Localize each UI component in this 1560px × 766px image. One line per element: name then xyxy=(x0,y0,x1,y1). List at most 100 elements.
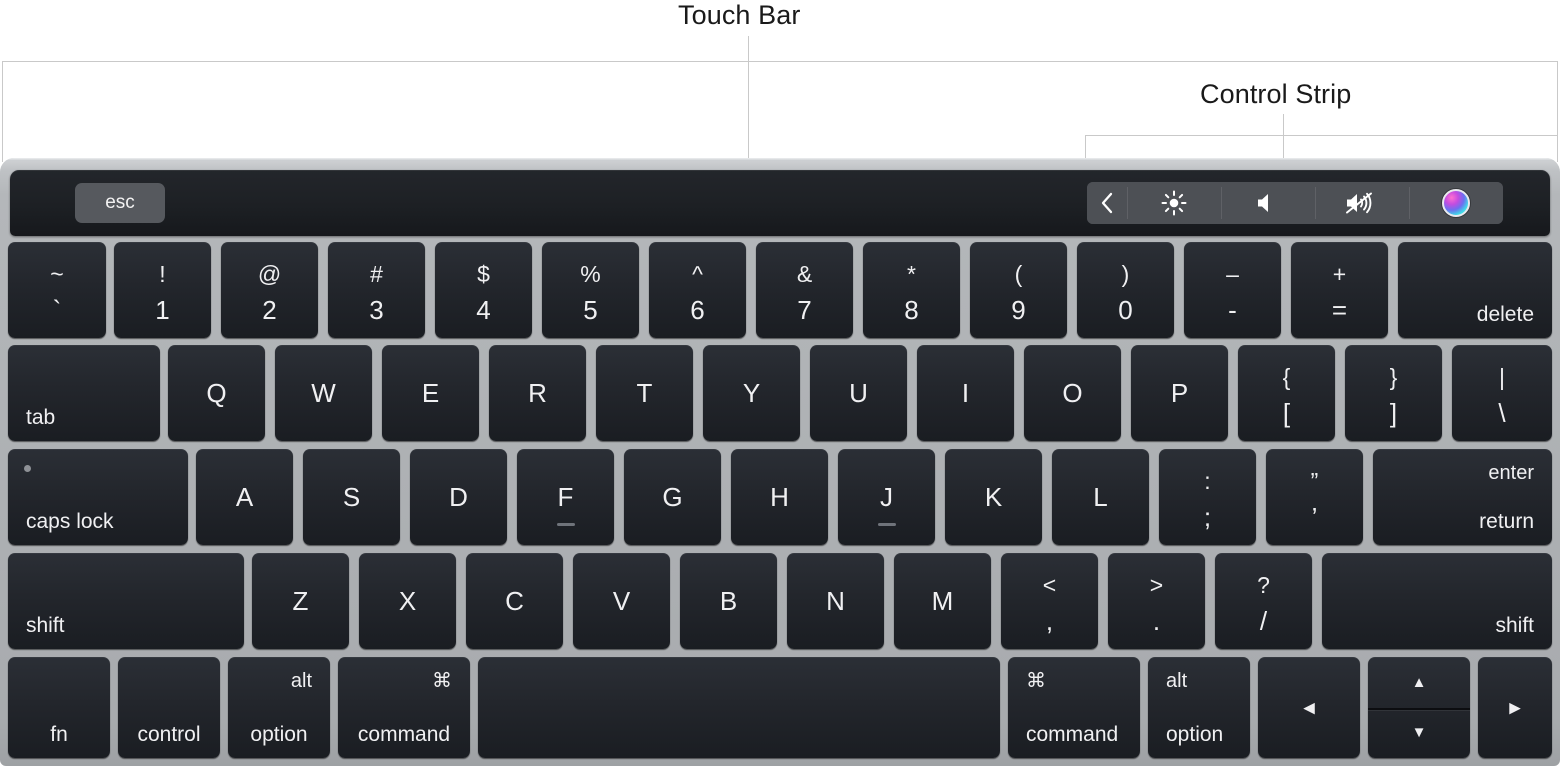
volume-button[interactable] xyxy=(1221,182,1315,224)
brightness-button[interactable] xyxy=(1127,182,1221,224)
key-option-left[interactable]: alt option xyxy=(228,657,330,758)
key-j[interactable]: J xyxy=(838,449,935,545)
key-t[interactable]: T xyxy=(596,345,693,441)
key-slash[interactable]: ? / xyxy=(1215,553,1312,649)
key-bracket-left[interactable]: { [ xyxy=(1238,345,1335,441)
key-v[interactable]: V xyxy=(573,553,670,649)
key-arrow-left[interactable]: ◀ xyxy=(1258,657,1360,758)
key-b[interactable]: B xyxy=(680,553,777,649)
arrow-left-icon: ◀ xyxy=(1303,699,1315,716)
key-quote[interactable]: ” ’ xyxy=(1266,449,1363,545)
key-comma[interactable]: < , xyxy=(1001,553,1098,649)
key-arrow-up[interactable]: ▲ xyxy=(1368,657,1470,708)
key-w[interactable]: W xyxy=(275,345,372,441)
key-label: shift xyxy=(26,614,65,637)
key-label-upper: enter xyxy=(1488,462,1534,484)
key-label: tab xyxy=(26,406,56,429)
key-tab[interactable]: tab xyxy=(8,345,160,441)
callout-bracket-touch-bar-top xyxy=(2,61,1558,62)
key-label-lower: ` xyxy=(52,295,62,325)
key-i[interactable]: I xyxy=(917,345,1014,441)
key-1[interactable]: ! 1 xyxy=(114,242,211,338)
key-8[interactable]: * 8 xyxy=(863,242,960,338)
key-minus[interactable]: – - xyxy=(1184,242,1281,338)
key-arrow-right[interactable]: ▶ xyxy=(1478,657,1552,758)
key-shift-left[interactable]: shift xyxy=(8,553,244,649)
key-label-lower: 3 xyxy=(369,295,384,325)
key-3[interactable]: # 3 xyxy=(328,242,425,338)
key-q[interactable]: Q xyxy=(168,345,265,441)
key-label: S xyxy=(342,482,361,512)
key-y[interactable]: Y xyxy=(703,345,800,441)
siri-button[interactable] xyxy=(1409,182,1503,224)
key-label-lower: 1 xyxy=(155,295,170,325)
key-fn[interactable]: fn xyxy=(8,657,110,758)
key-control[interactable]: control xyxy=(118,657,220,758)
key-9[interactable]: ( 9 xyxy=(970,242,1067,338)
keyboard-chassis: esc ~ ` ! 1 @ 2 # 3 $ 4 % 5 ^ 6 & 7 * 8 … xyxy=(0,158,1560,766)
key-period[interactable]: > . xyxy=(1108,553,1205,649)
key-e[interactable]: E xyxy=(382,345,479,441)
control-strip[interactable] xyxy=(1087,182,1503,224)
key-backslash[interactable]: | \ xyxy=(1452,345,1552,441)
key-u[interactable]: U xyxy=(810,345,907,441)
key-arrow-down[interactable]: ▼ xyxy=(1368,708,1470,759)
key-g[interactable]: G xyxy=(624,449,721,545)
key-label: L xyxy=(1093,482,1108,512)
key-row-bottom: fn control alt option ⌘ command ⌘ comman… xyxy=(8,657,1552,758)
home-bump-icon xyxy=(877,523,896,526)
key-label-upper: ^ xyxy=(692,261,703,287)
key-l[interactable]: L xyxy=(1052,449,1149,545)
key-label-lower: , xyxy=(1045,606,1054,636)
key-shift-right[interactable]: shift xyxy=(1322,553,1552,649)
key-5[interactable]: % 5 xyxy=(542,242,639,338)
key-7[interactable]: & 7 xyxy=(756,242,853,338)
key-label-lower: 9 xyxy=(1011,295,1026,325)
expand-control-strip-button[interactable] xyxy=(1087,182,1127,224)
key-4[interactable]: $ 4 xyxy=(435,242,532,338)
key-0[interactable]: ) 0 xyxy=(1077,242,1174,338)
key-return[interactable]: enter return xyxy=(1373,449,1552,545)
key-bracket-right[interactable]: } ] xyxy=(1345,345,1442,441)
key-equals[interactable]: + = xyxy=(1291,242,1388,338)
key-label: H xyxy=(770,482,789,512)
key-delete[interactable]: delete xyxy=(1398,242,1552,338)
key-backtick[interactable]: ~ ` xyxy=(8,242,106,338)
key-space[interactable] xyxy=(478,657,1000,758)
key-label-upper: > xyxy=(1149,572,1164,598)
key-caps-lock[interactable]: caps lock xyxy=(8,449,188,545)
key-semicolon[interactable]: : ; xyxy=(1159,449,1256,545)
mute-button[interactable] xyxy=(1315,182,1409,224)
key-r[interactable]: R xyxy=(489,345,586,441)
key-label-lower: 0 xyxy=(1118,295,1133,325)
siri-icon xyxy=(1442,189,1470,217)
key-f[interactable]: F xyxy=(517,449,614,545)
key-d[interactable]: D xyxy=(410,449,507,545)
key-n[interactable]: N xyxy=(787,553,884,649)
key-label-lower: ’ xyxy=(1311,502,1318,532)
touch-bar[interactable]: esc xyxy=(10,170,1550,236)
key-k[interactable]: K xyxy=(945,449,1042,545)
key-command-left[interactable]: ⌘ command xyxy=(338,657,470,758)
key-label-upper: @ xyxy=(257,261,282,287)
key-c[interactable]: C xyxy=(466,553,563,649)
key-arrow-up-down[interactable]: ▲ ▼ xyxy=(1368,657,1470,758)
key-command-right[interactable]: ⌘ command xyxy=(1008,657,1140,758)
key-m[interactable]: M xyxy=(894,553,991,649)
key-2[interactable]: @ 2 xyxy=(221,242,318,338)
key-6[interactable]: ^ 6 xyxy=(649,242,746,338)
key-label-upper: ( xyxy=(1014,261,1023,287)
key-label: W xyxy=(311,378,336,408)
key-option-right[interactable]: alt option xyxy=(1148,657,1250,758)
key-x[interactable]: X xyxy=(359,553,456,649)
key-p[interactable]: P xyxy=(1131,345,1228,441)
key-s[interactable]: S xyxy=(303,449,400,545)
key-z[interactable]: Z xyxy=(252,553,349,649)
key-o[interactable]: O xyxy=(1024,345,1121,441)
key-a[interactable]: A xyxy=(196,449,293,545)
key-h[interactable]: H xyxy=(731,449,828,545)
key-label-lower: return xyxy=(1479,510,1534,533)
key-label: M xyxy=(931,586,954,616)
esc-key[interactable]: esc xyxy=(75,183,165,223)
key-label-lower: ] xyxy=(1389,398,1398,428)
